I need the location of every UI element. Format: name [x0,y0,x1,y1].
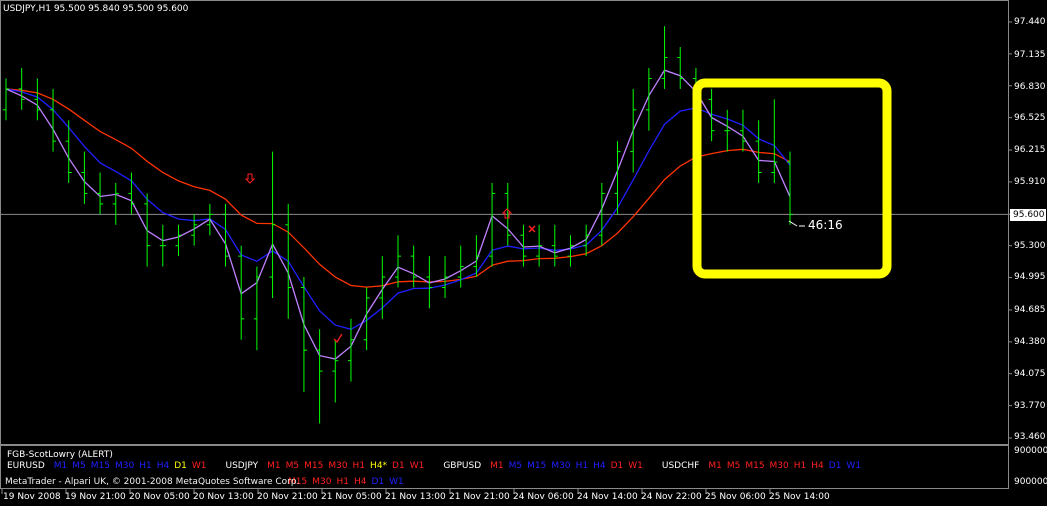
price-chart [0,21,1012,494]
timeframe-signal: D1 [392,461,405,471]
price-axis-label: 93.460 [1014,432,1046,442]
timeframe-signal: M30 [312,477,332,487]
copyright-text: MetaTrader - Alpari UK, © 2001-2008 Meta… [5,477,300,487]
timeframe-signal: W1 [628,461,643,471]
date-label: 20 Nov 21:00 [257,492,318,502]
date-label: 24 Nov 14:00 [577,492,638,502]
timeframe-signal: D1 [610,461,624,471]
timeframe-signal: M5 [285,461,300,471]
price-axis-label: 94.075 [1014,369,1046,379]
indicator-title: FGB-ScotLowry (ALERT) [7,450,113,460]
timeframe-signal: M5 [508,461,523,471]
current-price-label: 95.600 [1010,209,1046,221]
indicator-axis-label: 9000000 [1014,477,1047,487]
timeframe-signal: M30 [114,461,135,471]
price-axis-label: 97.440 [1014,17,1046,27]
date-label: 24 Nov 22:00 [641,492,702,502]
price-axis-label: 96.215 [1014,145,1046,155]
sell-arrow-icon [244,173,256,184]
timeframe-signal: H4* [370,461,388,471]
currency-strength-row: EURUSD M1 M5 M15 M30 H1 H4 D1 W1 USDJPY M1 M5 M15 M30… [7,461,880,471]
date-label: 24 Nov 06:00 [513,492,574,502]
date-label: 20 Nov 13:00 [193,492,254,502]
timeframe-signal: H4 [593,461,606,471]
price-axis-label: 95.910 [1014,177,1046,187]
timeframe-signal: M1 [53,461,68,471]
pair-group-gbpusd: GBPUSD M1 M5 M15 M30 H1 H4 D1 W1 [443,461,648,471]
price-axis-label: 94.685 [1014,305,1046,315]
date-label: 21 Nov 05:00 [321,492,382,502]
buy-arrow-icon [501,208,513,219]
timeframe-signal: W1 [409,461,425,471]
timeframe-signal: W1 [191,461,207,471]
price-axis-label: 97.135 [1014,50,1046,60]
timeframe-signal: M1 [708,461,722,471]
moving-average-mid [5,88,791,330]
pair-group-eurusd: EURUSD M1 M5 M15 M30 H1 H4 D1 W1 [7,461,211,471]
date-label: 20 Nov 05:00 [129,492,190,502]
mt4-chart-window: USDJPY,H1 95.500 95.840 95.500 95.600 97… [0,0,1047,506]
date-label: 21 Nov 21:00 [449,492,510,502]
timeframe-signal: M15 [745,461,765,471]
date-label: 19 Nov 21:00 [65,492,126,502]
timeframe-signal: H4 [811,461,824,471]
date-label: 19 Nov 2008 [3,492,61,502]
timeframe-signal: D1 [174,461,187,471]
date-label: 25 Nov 06:00 [705,492,766,502]
price-axis-label: 93.770 [1014,401,1046,411]
cross-icon [528,225,536,233]
timeframe-signal: W1 [389,477,404,487]
timeframe-signal: M30 [769,461,789,471]
timeframe-signal: M1 [267,461,281,471]
timeframe-signal: M5 [72,461,86,471]
indicator-axis-label: 900000 [1014,446,1047,456]
highlight-box [692,78,892,279]
price-axis-label: 94.995 [1014,272,1046,282]
price-axis-label: 96.830 [1014,82,1046,92]
pair-name: USDCHF [661,461,700,471]
timeframe-signal: M1 [490,461,504,471]
timeframe-signal: M30 [551,461,571,471]
price-axis-label: 94.380 [1014,337,1046,347]
timeframe-signal: M15 [527,461,547,471]
pair-name: USDJPY [225,461,259,471]
pair-name: EURUSD [7,461,45,471]
price-axis-label: 96.525 [1014,113,1046,123]
timeframe-signal: H4 [353,477,367,487]
timeframe-signal: H4 [156,461,170,471]
date-label: 21 Nov 13:00 [385,492,446,502]
timeframe-signal: H1 [139,461,152,471]
timeframe-signal: H1 [352,461,366,471]
currency-strength-row-2: M15 M30 H1 H4 D1 W1 [288,477,409,487]
timeframe-signal: D1 [371,477,385,487]
pair-group-usdjpy: USDJPY M1 M5 M15 M30 H1 H4* D1 W1 [225,461,429,471]
timeframe-signal: H1 [793,461,807,471]
date-label: 25 Nov 14:00 [769,492,830,502]
timeframe-signal: M5 [726,461,741,471]
countdown-timer: 46:16 [808,218,843,232]
pair-name: GBPUSD [443,461,482,471]
timeframe-signal: M15 [304,461,324,471]
timeframe-signal: H1 [336,477,349,487]
timeframe-signal: D1 [828,461,842,471]
pair-group-usdchf: USDCHF M1 M5 M15 M30 H1 H4 D1 W1 [662,461,866,471]
timeframe-signal: W1 [846,461,862,471]
timeframe-signal: M15 [90,461,110,471]
timeframe-signal: M30 [328,461,348,471]
timeframe-signal: H1 [575,461,589,471]
chart-title: USDJPY,H1 95.500 95.840 95.500 95.600 [3,4,189,14]
checkmark-icon [333,333,343,344]
price-axis-label: 95.300 [1014,241,1046,251]
